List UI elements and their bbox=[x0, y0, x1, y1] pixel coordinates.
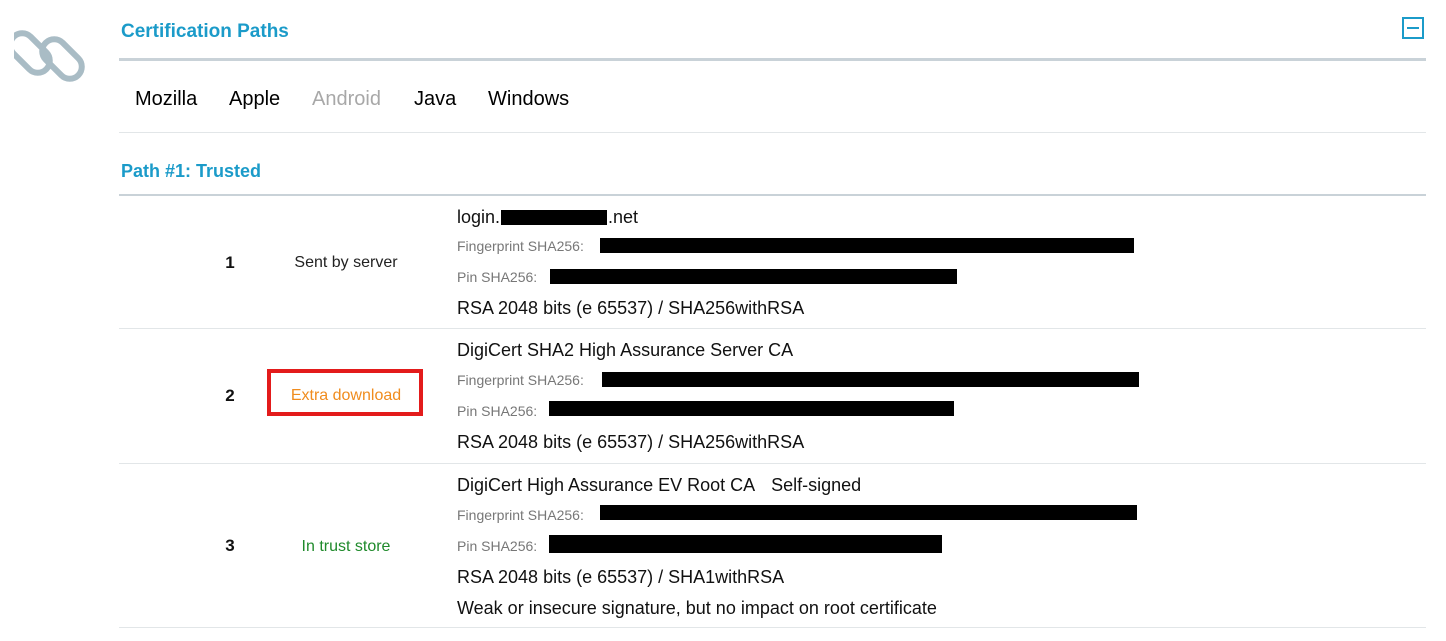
pin-label: Pin SHA256: bbox=[457, 538, 538, 554]
cert-name: DigiCert High Assurance EV Root CA Self-s… bbox=[457, 475, 861, 496]
cert-name: login. .net bbox=[457, 207, 638, 228]
key-info: RSA 2048 bits (e 65537) / SHA256withRSA bbox=[457, 432, 805, 452]
chain-link-icon bbox=[14, 30, 85, 82]
pin-redacted bbox=[550, 269, 957, 284]
cert-status: Extra download bbox=[290, 387, 402, 404]
fingerprint-label: Fingerprint SHA256: bbox=[457, 372, 584, 388]
tab-windows[interactable]: Windows bbox=[488, 88, 569, 111]
tab-java[interactable]: Java bbox=[414, 88, 456, 111]
cert-row: 3 In trust store DigiCert High Assurance… bbox=[119, 464, 1426, 628]
tab-apple[interactable]: Apple bbox=[229, 88, 280, 111]
cert-status: In trust store bbox=[301, 538, 391, 555]
path-title: Path #1: Trusted bbox=[121, 161, 262, 181]
weak-signature-note: Weak or insecure signature, but no impac… bbox=[457, 598, 937, 618]
cert-name-suffix: .net bbox=[608, 207, 639, 227]
key-info: RSA 2048 bits (e 65537) / SHA256withRSA bbox=[457, 298, 805, 318]
cert-row: 2 Extra download DigiCert SHA2 High Assu… bbox=[119, 329, 1426, 464]
fingerprint-redacted bbox=[602, 372, 1139, 387]
cert-name: DigiCert SHA2 High Assurance Server CA bbox=[457, 340, 794, 360]
pin-redacted bbox=[549, 535, 942, 553]
redacted-block bbox=[501, 210, 608, 225]
panel-title: Certification Paths bbox=[121, 21, 289, 42]
fingerprint-redacted bbox=[600, 238, 1134, 253]
fingerprint-label: Fingerprint SHA256: bbox=[457, 238, 584, 254]
cert-status: Sent by server bbox=[294, 254, 398, 271]
path-header: Path #1: Trusted bbox=[119, 133, 1426, 196]
cert-name-text: DigiCert High Assurance EV Root CA bbox=[457, 475, 756, 495]
cert-number: 2 bbox=[225, 386, 235, 405]
collapse-icon[interactable] bbox=[1402, 17, 1424, 39]
fingerprint-label: Fingerprint SHA256: bbox=[457, 507, 584, 523]
pin-label: Pin SHA256: bbox=[457, 403, 538, 419]
tab-android: Android bbox=[312, 88, 381, 110]
key-info: RSA 2048 bits (e 65537) / SHA1withRSA bbox=[457, 567, 785, 587]
cert-row: 1 Sent by server login. .net Fingerprint … bbox=[119, 196, 1426, 329]
pin-label: Pin SHA256: bbox=[457, 269, 538, 285]
panel-header: Certification Paths bbox=[119, 0, 1426, 61]
self-signed-label: Self-signed bbox=[771, 475, 862, 495]
cert-number: 1 bbox=[225, 253, 235, 272]
certification-paths-panel: Certification Paths Mozilla Apple Androi… bbox=[119, 0, 1426, 628]
pin-redacted bbox=[549, 401, 954, 416]
trust-store-tabs: Mozilla Apple Android Java Windows bbox=[119, 61, 1426, 133]
fingerprint-redacted bbox=[600, 505, 1137, 520]
tab-mozilla[interactable]: Mozilla bbox=[135, 88, 197, 111]
cert-name-prefix: login. bbox=[457, 207, 501, 227]
cert-number: 3 bbox=[225, 536, 235, 555]
